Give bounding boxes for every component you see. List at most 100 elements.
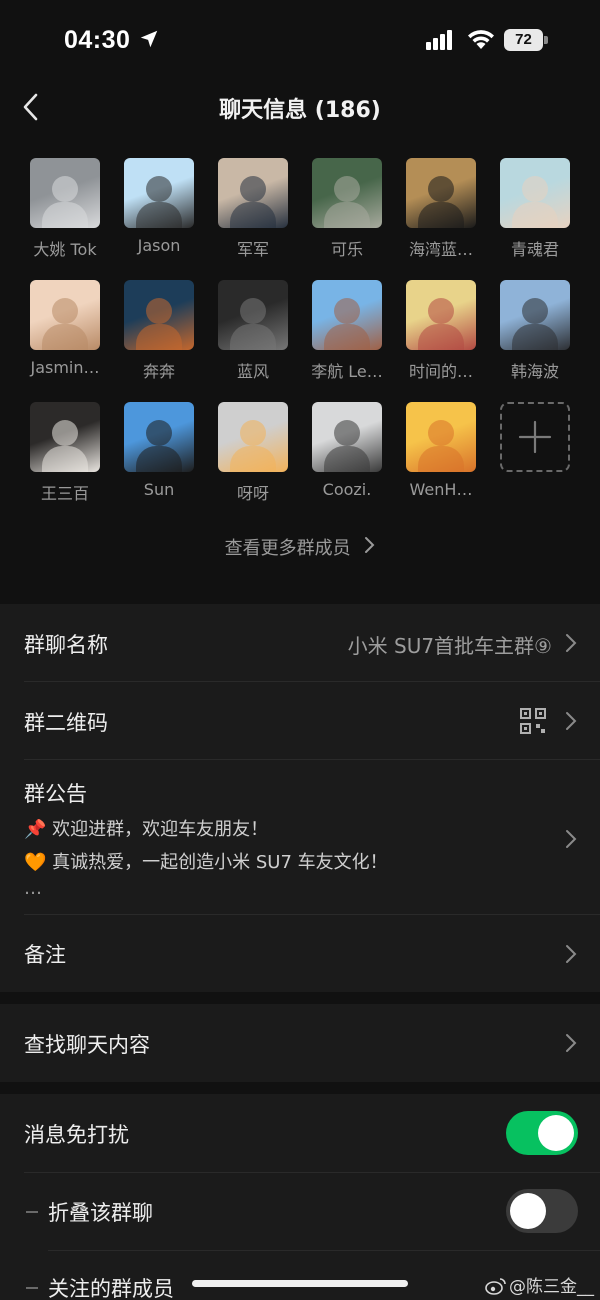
member-item[interactable]: 大姚 Tok (18, 158, 112, 268)
member-item[interactable]: 海湾蓝… (394, 158, 488, 268)
member-avatar (30, 158, 100, 228)
member-name: 青魂君 (510, 240, 559, 259)
section-gap (0, 992, 600, 1004)
member-item[interactable]: 蓝风 (206, 280, 300, 390)
member-item[interactable]: 韩海波 (488, 280, 582, 390)
remark-row[interactable]: 备注 (0, 915, 600, 992)
page-title: 聊天信息 (186) (219, 98, 381, 123)
member-name: 大姚 Tok (33, 240, 97, 259)
member-avatar (406, 280, 476, 350)
avatar-figure-body (324, 202, 370, 228)
sub-item-dash (26, 1211, 38, 1213)
watermark: @陈三金__ (485, 1272, 594, 1297)
cellular-signal-icon (426, 30, 452, 50)
member-item[interactable]: 可乐 (300, 158, 394, 268)
member-item[interactable]: WenH… (394, 402, 488, 512)
announcement-text-1: 欢迎进群，欢迎车友朋友！ (52, 819, 269, 840)
sub-item-dash (26, 1287, 38, 1289)
avatar-figure-body (324, 324, 370, 350)
member-name: 海湾蓝… (408, 240, 473, 259)
member-item[interactable]: Coozi. (300, 402, 394, 512)
member-item[interactable]: 青魂君 (488, 158, 582, 268)
avatar-figure-body (418, 446, 464, 472)
member-item[interactable]: Jasmin… (18, 280, 112, 390)
group-name-label: 群聊名称 (24, 633, 108, 657)
battery-cap (544, 36, 548, 44)
avatar-figure (52, 298, 78, 324)
avatar-figure (334, 420, 360, 446)
avatar-figure-body (418, 324, 464, 350)
search-section: 查找聊天内容 (0, 1004, 600, 1082)
avatar-figure (240, 420, 266, 446)
section-gap (0, 592, 600, 604)
member-avatar (124, 402, 194, 472)
location-arrow-icon (140, 30, 158, 48)
member-name: 军军 (236, 240, 269, 259)
chevron-right-icon (566, 634, 577, 652)
member-avatar (312, 280, 382, 350)
avatar-figure (52, 176, 78, 202)
search-chat-content-row[interactable]: 查找聊天内容 (0, 1004, 600, 1082)
member-avatar (406, 402, 476, 472)
member-item[interactable]: 李航 Le… (300, 280, 394, 390)
group-announcement-label: 群公告 (24, 782, 87, 806)
member-item[interactable]: Sun (112, 402, 206, 512)
chevron-right-icon (365, 537, 375, 553)
member-avatar (218, 280, 288, 350)
announcement-line-1: 📌 欢迎进群，欢迎车友朋友！ (24, 815, 268, 841)
group-settings-section: 群聊名称 小米 SU7首批车主群⑨ 群二维码 群公告 📌 欢迎进群，欢迎车友朋友… (0, 604, 600, 992)
add-member-box (500, 402, 570, 472)
avatar-figure (146, 176, 172, 202)
navigation-bar: 聊天信息 (186) (0, 80, 600, 136)
avatar-figure-body (230, 446, 276, 472)
avatar-figure (52, 420, 78, 446)
group-name-value: 小米 SU7首批车主群⑨ (347, 634, 552, 658)
member-avatar (312, 158, 382, 228)
member-item[interactable]: 奔奔 (112, 280, 206, 390)
battery-level: 72 (504, 29, 543, 51)
member-item[interactable]: 呀呀 (206, 402, 300, 512)
member-name: 李航 Le… (311, 362, 383, 381)
avatar-figure-body (42, 446, 88, 472)
add-member-button[interactable] (488, 402, 582, 512)
notification-section: 消息免打扰 折叠该群聊 关注的群成员 (0, 1094, 600, 1300)
group-announcement-row[interactable]: 群公告 📌 欢迎进群，欢迎车友朋友！ 🧡 真诚热爱，一起创造小米 SU7 车友文… (0, 760, 600, 914)
fold-group-toggle[interactable] (506, 1189, 578, 1233)
member-name: WenH… (409, 480, 473, 499)
member-avatar (124, 280, 194, 350)
group-qr-code-label: 群二维码 (24, 711, 108, 735)
toggle-knob (510, 1193, 546, 1229)
chevron-right-icon (566, 830, 577, 848)
member-name: 时间的… (408, 362, 473, 381)
member-name: Coozi. (322, 480, 372, 499)
member-avatar (312, 402, 382, 472)
chevron-right-icon (566, 712, 577, 730)
avatar-figure-body (136, 202, 182, 228)
group-name-row[interactable]: 群聊名称 小米 SU7首批车主群⑨ (0, 604, 600, 682)
announcement-text-2: 真诚热爱，一起创造小米 SU7 车友文化！ (52, 852, 388, 873)
member-item[interactable]: 时间的… (394, 280, 488, 390)
member-item[interactable]: 王三百 (18, 402, 112, 512)
member-name: Jason (137, 236, 181, 255)
home-indicator[interactable] (192, 1280, 408, 1287)
search-chat-content-label: 查找聊天内容 (24, 1033, 150, 1057)
avatar-figure (522, 298, 548, 324)
orange-heart-emoji-icon: 🧡 (24, 852, 47, 873)
member-avatar (500, 280, 570, 350)
member-item[interactable]: 军军 (206, 158, 300, 268)
chevron-right-icon (566, 1034, 577, 1052)
member-name: 可乐 (330, 240, 363, 259)
group-qr-code-row[interactable]: 群二维码 (0, 682, 600, 760)
member-avatar (406, 158, 476, 228)
avatar-figure-body (512, 324, 558, 350)
member-avatar (124, 158, 194, 228)
avatar-figure-body (42, 324, 88, 350)
avatar-figure-body (230, 202, 276, 228)
view-more-members-label: 查看更多群成员 (224, 538, 351, 559)
view-more-members-link[interactable]: 查看更多群成员 (0, 534, 600, 560)
pin-emoji-icon: 📌 (24, 819, 47, 840)
mute-notifications-toggle[interactable] (506, 1111, 578, 1155)
member-item[interactable]: Jason (112, 158, 206, 268)
remark-label: 备注 (24, 943, 66, 967)
avatar-figure (522, 176, 548, 202)
